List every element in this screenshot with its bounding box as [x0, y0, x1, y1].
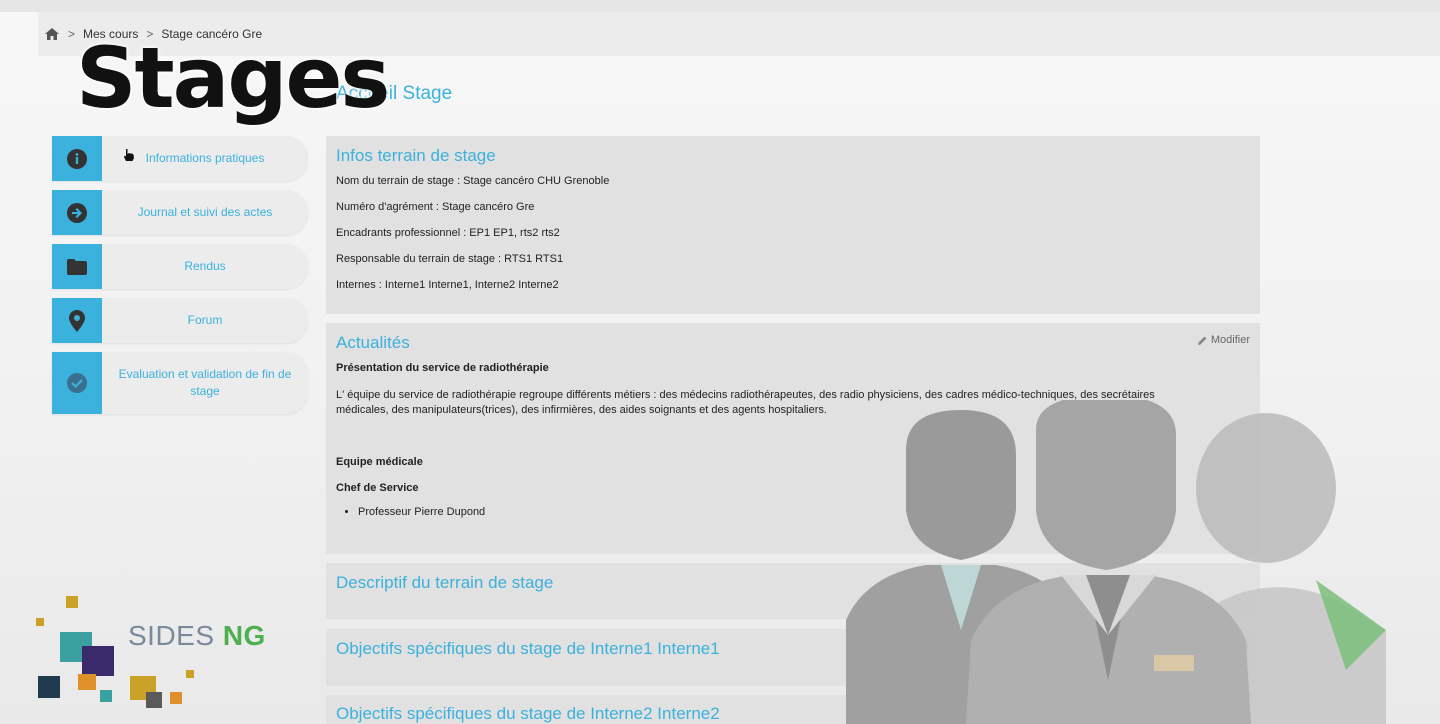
objectifs-interne1-title[interactable]: Objectifs spécifiques du stage de Intern…: [336, 629, 1250, 659]
chef-list: Professeur Pierre Dupond: [336, 506, 1250, 518]
logo-wordmark: SIDES NG: [128, 620, 266, 652]
actualites-title: Actualités: [336, 333, 410, 352]
top-bar: [0, 0, 1440, 12]
info-numero-agrement: Numéro d'agrément : Stage cancéro Gre: [336, 201, 535, 213]
sidebar: Informations pratiques Journal et suivi …: [52, 136, 308, 423]
pencil-icon: [1197, 642, 1207, 651]
modifier-label: Modifier: [1210, 334, 1250, 346]
check-circle-icon: [67, 373, 87, 393]
overlay-title: Stages: [76, 29, 390, 127]
sidebar-item-rendus[interactable]: Rendus: [52, 244, 308, 289]
info-responsable: Responsable du terrain de stage : RTS1 R…: [336, 253, 564, 265]
equipe-medicale-heading: Equipe médicale: [336, 456, 423, 468]
sidebar-item-label: Forum: [187, 313, 223, 328]
arrow-right-circle-icon: [67, 202, 87, 223]
info-nom-terrain: Nom du terrain de stage : Stage cancéro …: [336, 175, 610, 187]
pencil-icon: [1197, 336, 1207, 345]
info-encadrants: Encadrants professionnel : EP1 EP1, rts2…: [336, 227, 560, 239]
info-internes: Internes : Interne1 Interne1, Interne2 I…: [336, 279, 559, 291]
map-pin-icon: [69, 309, 85, 332]
sidebar-item-label: Journal et suivi des actes: [137, 205, 273, 220]
objectifs2-modifier-link[interactable]: Modifier: [1197, 706, 1250, 718]
logo-text-sides: SIDES: [128, 620, 223, 651]
sidebar-item-forum[interactable]: Forum: [52, 298, 308, 343]
descriptif-panel: Descriptif du terrain de stage: [326, 563, 1260, 619]
sidebar-item-journal[interactable]: Journal et suivi des actes: [52, 190, 308, 235]
sidebar-item-label: Rendus: [184, 259, 226, 274]
modifier-label: Modifier: [1210, 706, 1250, 718]
actualites-subtitle: Présentation du service de radiothérapie: [336, 362, 549, 374]
actualites-paragraph: L' équipe du service de radiothérapie re…: [336, 389, 1155, 416]
list-item: Professeur Pierre Dupond: [358, 506, 1250, 518]
descriptif-title[interactable]: Descriptif du terrain de stage: [336, 563, 1250, 593]
sidebar-item-evaluation[interactable]: Evaluation et validation de fin de stage: [52, 352, 308, 414]
modifier-label: Modifier: [1210, 640, 1250, 652]
sidebar-item-informations-pratiques[interactable]: Informations pratiques: [52, 136, 308, 181]
sidebar-item-label: Evaluation et validation de fin de stage: [118, 367, 292, 398]
actualites-modifier-link[interactable]: Modifier: [1197, 334, 1250, 346]
sides-ng-logo: [34, 592, 294, 712]
infos-terrain-panel: Infos terrain de stage Nom du terrain de…: [326, 136, 1260, 314]
logo-text-ng: NG: [222, 620, 266, 651]
objectifs-interne1-panel: Objectifs spécifiques du stage de Intern…: [326, 629, 1260, 686]
folder-icon: [67, 258, 87, 275]
objectifs-interne2-panel: Objectifs spécifiques du stage de Intern…: [326, 695, 1260, 724]
pencil-icon: [1197, 708, 1207, 717]
infos-terrain-title: Infos terrain de stage: [336, 146, 496, 165]
home-icon[interactable]: [44, 27, 60, 41]
actualites-panel: Actualités Modifier Présentation du serv…: [326, 323, 1260, 554]
info-icon: [67, 148, 87, 169]
hand-cursor-icon: [122, 148, 136, 167]
objectifs1-modifier-link[interactable]: Modifier: [1197, 640, 1250, 652]
chef-service-heading: Chef de Service: [336, 482, 419, 494]
chevron-right-icon: >: [68, 27, 76, 41]
objectifs-interne2-title[interactable]: Objectifs spécifiques du stage de Intern…: [336, 695, 1250, 724]
